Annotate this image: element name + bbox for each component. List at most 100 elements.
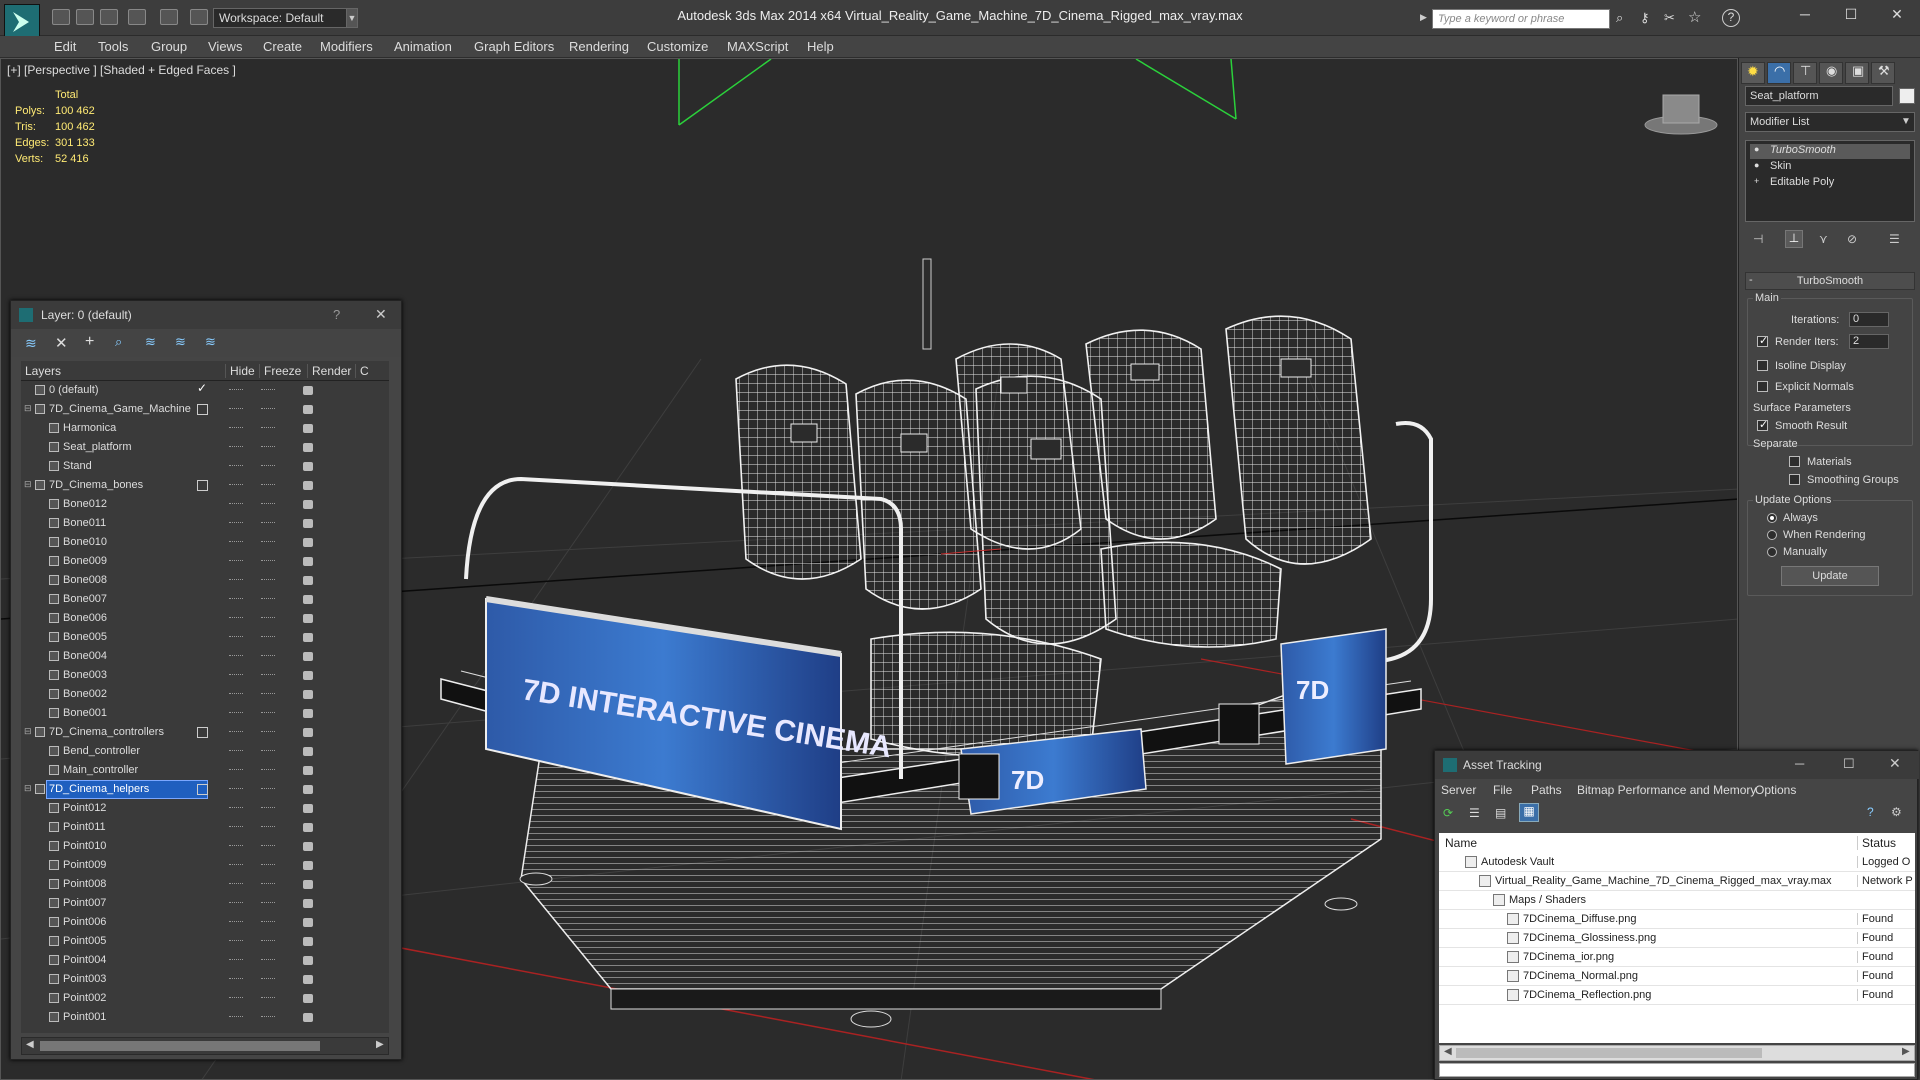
layer-row[interactable]: Bone003 <box>21 666 389 685</box>
hide-toggle[interactable] <box>229 731 243 733</box>
layer-name[interactable]: Point011 <box>61 819 108 836</box>
key-icon[interactable]: ⚷ <box>1640 10 1656 26</box>
render-teapot-icon[interactable] <box>303 861 313 870</box>
asset-maximize-button[interactable]: ☐ <box>1843 756 1855 772</box>
redo-icon[interactable] <box>160 9 178 25</box>
render-teapot-icon[interactable] <box>303 671 313 680</box>
hide-toggle[interactable] <box>229 845 243 847</box>
freeze-toggle[interactable] <box>261 883 275 885</box>
layer-name[interactable]: Bone007 <box>61 591 109 608</box>
menu-create[interactable]: Create <box>263 39 302 54</box>
asset-minimize-button[interactable]: ─ <box>1795 756 1804 771</box>
list-view-icon[interactable]: ☰ <box>1469 806 1480 820</box>
asset-menu-server[interactable]: Server <box>1441 783 1476 797</box>
freeze-toggle[interactable] <box>261 408 275 410</box>
layer-row[interactable]: Bone006 <box>21 609 389 628</box>
hide-toggle[interactable] <box>229 902 243 904</box>
modifier-list-chevron-icon[interactable]: ▼ <box>1901 116 1911 127</box>
layer-row[interactable]: Point008 <box>21 875 389 894</box>
layer-name[interactable]: Bone003 <box>61 667 109 684</box>
layer-row[interactable]: ⊟ 7D_Cinema_controllers <box>21 723 389 742</box>
render-teapot-icon[interactable] <box>303 443 313 452</box>
layer-row[interactable]: Bone012 <box>21 495 389 514</box>
layer-name[interactable]: Point004 <box>61 952 108 969</box>
asset-name[interactable]: Autodesk Vault <box>1481 856 1554 868</box>
render-teapot-icon[interactable] <box>303 576 313 585</box>
layer-row[interactable]: Bone008 <box>21 571 389 590</box>
collapse-icon[interactable]: ⊟ <box>24 479 32 490</box>
menu-animation[interactable]: Animation <box>394 39 452 54</box>
stack-item-turbosmooth[interactable]: TurboSmooth <box>1750 144 1910 159</box>
new-layer-icon[interactable]: ≋ <box>25 335 37 352</box>
hide-toggle[interactable] <box>229 807 243 809</box>
hide-toggle[interactable] <box>229 617 243 619</box>
scroll-left-icon[interactable]: ◀ <box>26 1039 34 1050</box>
workspace-dropdown-icon[interactable]: ▼ <box>346 8 358 28</box>
layer-row[interactable]: 0 (default) ✓ <box>21 381 389 400</box>
layer-row[interactable]: Point002 <box>21 989 389 1008</box>
layer-row[interactable]: Bone002 <box>21 685 389 704</box>
layer-close-button[interactable]: ✕ <box>375 306 387 323</box>
freeze-toggle[interactable] <box>261 959 275 961</box>
menu-tools[interactable]: Tools <box>98 39 128 54</box>
freeze-toggle[interactable] <box>261 389 275 391</box>
menu-views[interactable]: Views <box>208 39 242 54</box>
layer-row[interactable]: Point004 <box>21 951 389 970</box>
menu-rendering[interactable]: Rendering <box>569 39 629 54</box>
materials-checkbox[interactable] <box>1789 456 1800 467</box>
layer-name[interactable]: Point001 <box>61 1009 108 1026</box>
freeze-toggle[interactable] <box>261 997 275 999</box>
render-teapot-icon[interactable] <box>303 690 313 699</box>
render-teapot-icon[interactable] <box>303 842 313 851</box>
hide-toggle[interactable] <box>229 940 243 942</box>
bulb-icon[interactable]: ● <box>1754 144 1759 154</box>
render-teapot-icon[interactable] <box>303 557 313 566</box>
asset-tracking-titlebar[interactable]: Asset Tracking ─ ☐ ✕ <box>1435 751 1919 779</box>
minimize-button[interactable]: ─ <box>1790 6 1820 26</box>
workspace-select[interactable]: Workspace: Default <box>213 8 353 28</box>
active-layer-check-icon[interactable]: ✓ <box>197 381 207 395</box>
freeze-toggle[interactable] <box>261 484 275 486</box>
freeze-toggle[interactable] <box>261 446 275 448</box>
layer-row[interactable]: Bone009 <box>21 552 389 571</box>
freeze-toggle[interactable] <box>261 674 275 676</box>
menu-edit[interactable]: Edit <box>54 39 76 54</box>
update-rendering-radio[interactable] <box>1767 530 1777 540</box>
asset-row[interactable]: 7DCinema_Normal.png Found <box>1439 967 1915 986</box>
render-teapot-icon[interactable] <box>303 899 313 908</box>
refresh-icon[interactable]: ⟳ <box>1443 806 1453 820</box>
render-teapot-icon[interactable] <box>303 880 313 889</box>
hide-toggle[interactable] <box>229 560 243 562</box>
layer-name[interactable]: Stand <box>61 458 94 475</box>
freeze-toggle[interactable] <box>261 617 275 619</box>
hide-toggle[interactable] <box>229 389 243 391</box>
layer-name[interactable]: Bone004 <box>61 648 109 665</box>
asset-row[interactable]: 7DCinema_Diffuse.png Found <box>1439 910 1915 929</box>
hide-toggle[interactable] <box>229 693 243 695</box>
freeze-toggle[interactable] <box>261 1016 275 1018</box>
render-teapot-icon[interactable] <box>303 424 313 433</box>
search-expand-icon[interactable]: ▶ <box>1420 12 1427 23</box>
layer-name[interactable]: Point006 <box>61 914 108 931</box>
close-button[interactable]: ✕ <box>1882 6 1912 26</box>
asset-row[interactable]: Maps / Shaders <box>1439 891 1915 910</box>
layer-name[interactable]: Point008 <box>61 876 108 893</box>
layer-row[interactable]: ⊟ 7D_Cinema_Game_Machine <box>21 400 389 419</box>
thumbnail-view-icon[interactable]: ▤ <box>1495 806 1506 820</box>
update-button[interactable]: Update <box>1781 566 1879 586</box>
col-layers[interactable]: Layers <box>25 364 61 378</box>
hide-toggle[interactable] <box>229 598 243 600</box>
hide-toggle[interactable] <box>229 636 243 638</box>
layer-row[interactable]: Point011 <box>21 818 389 837</box>
layer-row[interactable]: Point012 <box>21 799 389 818</box>
exchange-icon[interactable]: ✂ <box>1664 10 1680 26</box>
render-teapot-icon[interactable] <box>303 652 313 661</box>
render-teapot-icon[interactable] <box>303 975 313 984</box>
hide-toggle[interactable] <box>229 921 243 923</box>
iterations-spinner[interactable]: 0 <box>1849 312 1889 327</box>
active-layer-box[interactable] <box>197 784 208 795</box>
layer-name[interactable]: Bone012 <box>61 496 109 513</box>
layer-name[interactable]: 7D_Cinema_Game_Machine <box>47 401 193 418</box>
col-hide[interactable]: Hide <box>225 364 255 378</box>
layer-name[interactable]: Bend_controller <box>61 743 142 760</box>
